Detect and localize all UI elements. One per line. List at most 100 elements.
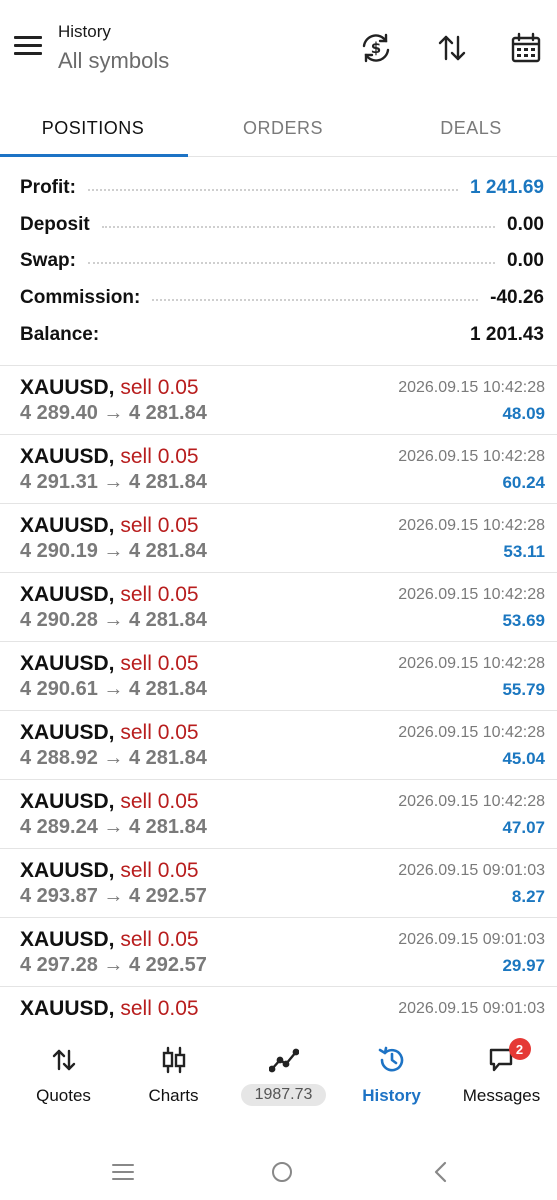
deal-prices: 4 290.28 → 4 281.84 (20, 609, 207, 631)
deal-profit: 45.04 (502, 749, 545, 768)
nav-history[interactable]: History (336, 1030, 447, 1110)
recent-apps-icon[interactable] (103, 1152, 143, 1192)
list-item[interactable]: XAUUSD, sell 0.05 4 291.31 → 4 281.84 20… (0, 435, 557, 504)
trend-line-icon (268, 1040, 299, 1080)
deal-prices: 4 290.19 → 4 281.84 (20, 540, 207, 562)
tab-positions[interactable]: POSITIONS (0, 100, 186, 156)
deal-symbol: XAUUSD, (20, 445, 115, 468)
deal-side: sell 0.05 (120, 790, 199, 813)
tab-orders[interactable]: ORDERS (190, 100, 376, 156)
deal-prices: 4 291.31 → 4 281.84 (20, 471, 207, 493)
list-item[interactable]: XAUUSD, sell 0.05 4 290.28 → 4 281.84 20… (0, 573, 557, 642)
svg-text:$: $ (371, 39, 381, 57)
deal-time: 2026.09.15 10:42:28 (398, 655, 545, 672)
calendar-icon[interactable] (506, 28, 546, 68)
account-summary: Profit: 1 241.69 Deposit 0.00 Swap: 0.00… (0, 170, 557, 353)
deal-time: 2026.09.15 10:42:28 (398, 517, 545, 534)
tab-deals[interactable]: DEALS (378, 100, 557, 156)
summary-row-profit: Profit: 1 241.69 (0, 170, 557, 207)
summary-label: Swap: (20, 250, 76, 272)
positions-list: XAUUSD, sell 0.05 4 289.40 → 4 281.84 20… (0, 366, 557, 1018)
list-item[interactable]: XAUUSD, sell 0.05 4 288.92 → 4 281.84 20… (0, 711, 557, 780)
summary-value: 1 241.69 (470, 177, 544, 199)
nav-trade[interactable]: 1987.73 (228, 1030, 339, 1110)
deal-symbol: XAUUSD, (20, 928, 115, 951)
list-item[interactable]: XAUUSD, sell 0.05 4 297.28 → 4 292.57 20… (0, 918, 557, 987)
menu-icon[interactable] (14, 36, 44, 60)
deal-side: sell 0.05 (120, 445, 199, 468)
deal-time: 2026.09.15 10:42:28 (398, 448, 545, 465)
leader-dots (152, 299, 479, 302)
deal-time: 2026.09.15 10:42:28 (398, 793, 545, 810)
summary-value: 0.00 (507, 250, 544, 272)
symbol-filter[interactable]: All symbols (58, 48, 169, 74)
list-item[interactable]: XAUUSD, sell 0.05 2026.09.15 09:01:03 (0, 987, 557, 1018)
deal-profit: 60.24 (502, 473, 545, 492)
nav-label: History (362, 1086, 421, 1105)
nav-label: Messages (462, 1086, 541, 1105)
deal-time: 2026.09.15 10:42:28 (398, 379, 545, 396)
deal-side: sell 0.05 (120, 376, 199, 399)
deal-profit: 47.07 (502, 818, 545, 837)
deal-time: 2026.09.15 10:42:28 (398, 724, 545, 741)
leader-dots (87, 262, 496, 265)
summary-label: Balance: (20, 323, 100, 345)
deal-symbol: XAUUSD, (20, 790, 115, 813)
list-item[interactable]: XAUUSD, sell 0.05 4 289.24 → 4 281.84 20… (0, 780, 557, 849)
summary-row-commission: Commission: -40.26 (0, 280, 557, 317)
deal-profit: 29.97 (502, 956, 545, 975)
summary-row-swap: Swap: 0.00 (0, 243, 557, 280)
deal-symbol: XAUUSD, (20, 997, 115, 1018)
history-clock-icon (377, 1040, 407, 1080)
home-icon[interactable] (262, 1152, 302, 1192)
deal-symbol: XAUUSD, (20, 514, 115, 537)
list-item[interactable]: XAUUSD, sell 0.05 4 290.61 → 4 281.84 20… (0, 642, 557, 711)
page-title: History (58, 22, 111, 41)
summary-row-balance: Balance: 1 201.43 (0, 316, 557, 353)
active-tab-indicator (0, 154, 188, 157)
back-icon[interactable] (421, 1152, 461, 1192)
deal-profit: 8.27 (511, 887, 545, 906)
app-header: History All symbols $ (0, 0, 557, 92)
summary-value: 1 201.43 (470, 323, 544, 345)
deal-prices: 4 290.61 → 4 281.84 (20, 678, 207, 700)
list-item[interactable]: XAUUSD, sell 0.05 4 293.87 → 4 292.57 20… (0, 849, 557, 918)
deal-side: sell 0.05 (120, 652, 199, 675)
nav-quotes[interactable]: Quotes (8, 1030, 119, 1110)
currency-exchange-icon[interactable]: $ (356, 28, 396, 68)
bottom-navigation: Quotes Charts 1987.73 History 2 Messages (0, 1030, 557, 1110)
list-item[interactable]: XAUUSD, sell 0.05 4 289.40 → 4 281.84 20… (0, 366, 557, 435)
summary-label: Deposit (20, 213, 90, 235)
deal-profit: 55.79 (502, 680, 545, 699)
deal-symbol: XAUUSD, (20, 652, 115, 675)
leader-dots (101, 225, 496, 228)
summary-row-deposit: Deposit 0.00 (0, 207, 557, 244)
deal-prices: 4 297.28 → 4 292.57 (20, 954, 207, 976)
deal-prices: 4 289.24 → 4 281.84 (20, 816, 207, 838)
deal-symbol: XAUUSD, (20, 859, 115, 882)
deal-side: sell 0.05 (120, 859, 199, 882)
deal-profit: 53.11 (503, 542, 545, 561)
nav-messages[interactable]: 2 Messages (446, 1030, 557, 1110)
deal-side: sell 0.05 (120, 997, 199, 1018)
deal-symbol: XAUUSD, (20, 376, 115, 399)
deal-time: 2026.09.15 09:01:03 (398, 862, 545, 879)
deal-prices: 4 289.40 → 4 281.84 (20, 402, 207, 424)
deal-side: sell 0.05 (120, 928, 199, 951)
deal-time: 2026.09.15 10:42:28 (398, 586, 545, 603)
leader-dots (87, 189, 459, 192)
history-tabs: POSITIONS ORDERS DEALS (0, 100, 557, 157)
deal-side: sell 0.05 (120, 514, 199, 537)
messages-icon: 2 (487, 1038, 531, 1080)
deal-prices: 4 288.92 → 4 281.84 (20, 747, 207, 769)
list-item[interactable]: XAUUSD, sell 0.05 4 290.19 → 4 281.84 20… (0, 504, 557, 573)
nav-label: Charts (148, 1086, 199, 1105)
nav-charts[interactable]: Charts (118, 1030, 229, 1110)
trade-value-badge: 1987.73 (240, 1084, 327, 1106)
sort-icon[interactable] (432, 28, 472, 68)
deal-side: sell 0.05 (120, 583, 199, 606)
deal-time: 2026.09.15 09:01:03 (398, 1000, 545, 1017)
unread-badge: 2 (508, 1038, 531, 1060)
summary-label: Commission: (20, 287, 141, 309)
deal-symbol: XAUUSD, (20, 583, 115, 606)
